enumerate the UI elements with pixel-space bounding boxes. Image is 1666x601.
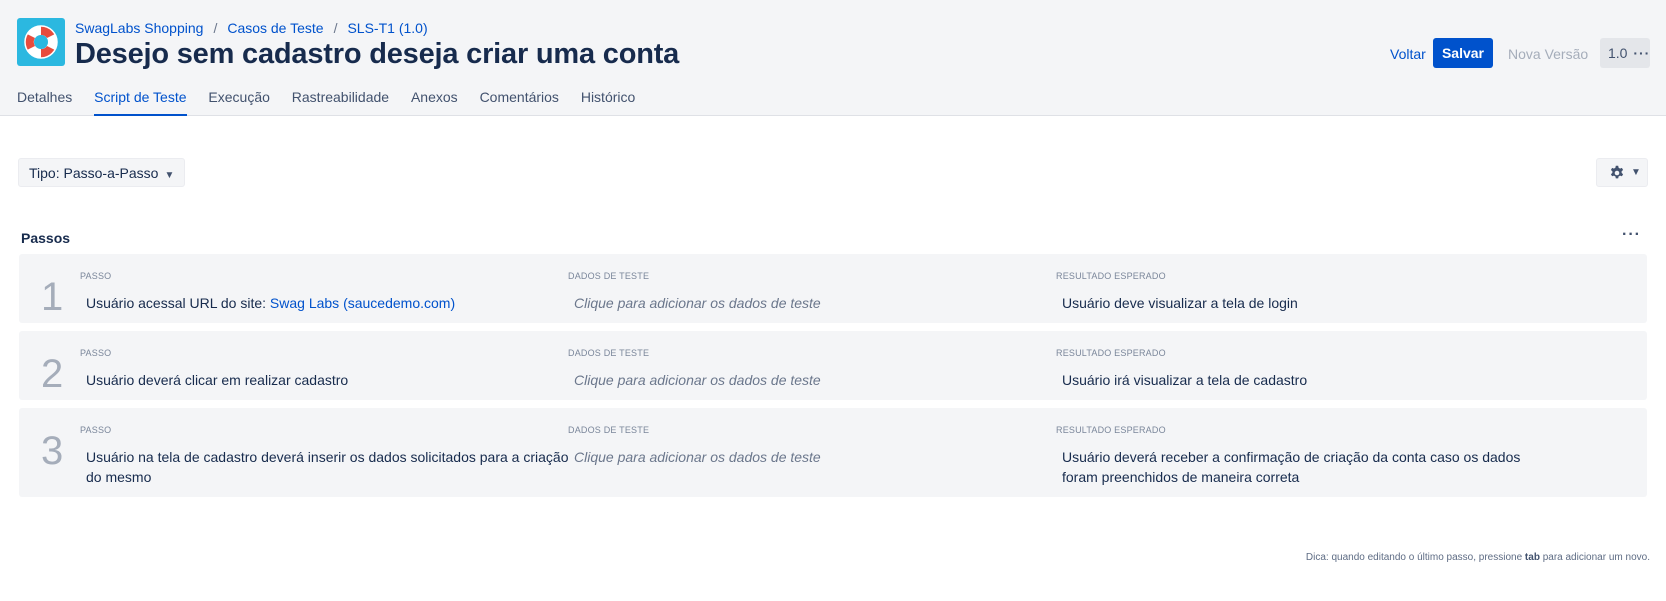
project-logo[interactable] — [17, 18, 65, 66]
script-type-select[interactable]: Tipo: Passo-a-Passo ▼ — [18, 158, 186, 187]
expected-result-field[interactable]: Usuário deve visualizar a tela de login — [1062, 293, 1546, 313]
data-column-label: DADOS DE TESTE — [568, 348, 650, 358]
back-button[interactable]: Voltar — [1390, 40, 1426, 68]
version-label: 1.0 — [1608, 45, 1628, 61]
steps-section-title: Passos — [21, 230, 71, 246]
tab-bar: Detalhes Script de Teste Execução Rastre… — [17, 84, 653, 116]
data-column-label: DADOS DE TESTE — [568, 425, 650, 435]
settings-button[interactable]: ▼ — [1596, 158, 1648, 187]
step-description[interactable]: Usuário na tela de cadastro deverá inser… — [86, 447, 570, 487]
breadcrumb-section[interactable]: Casos de Teste — [227, 20, 323, 36]
data-column: DADOS DE TESTE Clique para adicionar os … — [568, 348, 1058, 390]
version-menu[interactable]: 1.0 ··· — [1600, 38, 1650, 68]
hint-suffix: para adicionar um novo. — [1539, 552, 1650, 563]
step-column: PASSO Usuário deverá clicar em realizar … — [80, 348, 570, 390]
step-column-label: PASSO — [80, 348, 112, 358]
lifebuoy-icon — [24, 25, 58, 59]
data-column: DADOS DE TESTE Clique para adicionar os … — [568, 425, 1058, 467]
expected-result-field[interactable]: Usuário deverá receber a confirmação de … — [1062, 447, 1546, 487]
step-link[interactable]: Swag Labs (saucedemo.com) — [270, 295, 455, 311]
expected-column-label: RESULTADO ESPERADO — [1056, 348, 1166, 358]
expected-column-label: RESULTADO ESPERADO — [1056, 425, 1166, 435]
gear-icon — [1610, 165, 1624, 179]
step-column: PASSO Usuário acessal URL do site: Swag … — [80, 271, 570, 313]
tab-historico[interactable]: Histórico — [581, 84, 635, 116]
tab-script-de-teste[interactable]: Script de Teste — [94, 84, 187, 116]
step-row[interactable]: 1 PASSO Usuário acessal URL do site: Swa… — [19, 254, 1647, 323]
breadcrumb-separator: / — [213, 20, 218, 36]
save-button[interactable]: Salvar — [1433, 38, 1493, 68]
tab-rastreabilidade[interactable]: Rastreabilidade — [292, 84, 389, 116]
step-column-label: PASSO — [80, 271, 112, 281]
expected-column: RESULTADO ESPERADO Usuário deverá recebe… — [1056, 425, 1546, 487]
page-header: SwagLabs Shopping / Casos de Teste / SLS-T1 … — [0, 0, 1666, 116]
step-column: PASSO Usuário na tela de cadastro deverá… — [80, 425, 570, 487]
data-column-label: DADOS DE TESTE — [568, 271, 650, 281]
test-data-field[interactable]: Clique para adicionar os dados de teste — [574, 447, 1058, 467]
expected-column-label: RESULTADO ESPERADO — [1056, 271, 1166, 281]
expected-result-field[interactable]: Usuário irá visualizar a tela de cadastr… — [1062, 370, 1546, 390]
tab-comentarios[interactable]: Comentários — [480, 84, 559, 116]
tab-detalhes[interactable]: Detalhes — [17, 84, 72, 116]
breadcrumb-project[interactable]: SwagLabs Shopping — [75, 20, 203, 36]
page-title: Desejo sem cadastro deseja criar uma con… — [75, 38, 680, 70]
more-icon: ··· — [1622, 226, 1641, 243]
test-data-field[interactable]: Clique para adicionar os dados de teste — [574, 293, 1058, 313]
expected-column: RESULTADO ESPERADO Usuário irá visualiza… — [1056, 348, 1546, 390]
step-description[interactable]: Usuário acessal URL do site: Swag Labs (… — [86, 293, 570, 313]
expected-column: RESULTADO ESPERADO Usuário deve visualiz… — [1056, 271, 1546, 313]
hint-key: tab — [1524, 552, 1540, 563]
new-version-button: Nova Versão — [1508, 46, 1589, 62]
breadcrumb: SwagLabs Shopping / Casos de Teste / SLS-T1 … — [75, 20, 428, 36]
breadcrumb-key[interactable]: SLS-T1 (1.0) — [347, 20, 427, 36]
more-icon: ··· — [1633, 45, 1651, 61]
step-number: 2 — [41, 352, 64, 396]
step-row[interactable]: 3 PASSO Usuário na tela de cadastro deve… — [19, 408, 1647, 497]
hint-prefix: Dica: quando editando o último passo, pr… — [1305, 552, 1525, 563]
step-number: 1 — [41, 275, 64, 319]
data-column: DADOS DE TESTE Clique para adicionar os … — [568, 271, 1058, 313]
step-description[interactable]: Usuário deverá clicar em realizar cadast… — [86, 370, 570, 390]
test-data-field[interactable]: Clique para adicionar os dados de teste — [574, 370, 1058, 390]
step-column-label: PASSO — [80, 425, 112, 435]
chevron-down-icon: ▼ — [1631, 167, 1641, 178]
chevron-down-icon: ▼ — [164, 170, 175, 181]
keyboard-hint: Dica: quando editando o último passo, pr… — [1306, 552, 1650, 563]
breadcrumb-separator: / — [333, 20, 338, 36]
step-number: 3 — [41, 429, 64, 473]
steps-more-button[interactable]: ··· — [1622, 226, 1641, 244]
tab-execucao[interactable]: Execução — [208, 84, 269, 116]
script-type-label: Tipo: Passo-a-Passo — [29, 165, 159, 181]
tab-anexos[interactable]: Anexos — [411, 84, 458, 116]
step-row[interactable]: 2 PASSO Usuário deverá clicar em realiza… — [19, 331, 1647, 400]
step-text: Usuário acessal URL do site: — [86, 295, 270, 311]
